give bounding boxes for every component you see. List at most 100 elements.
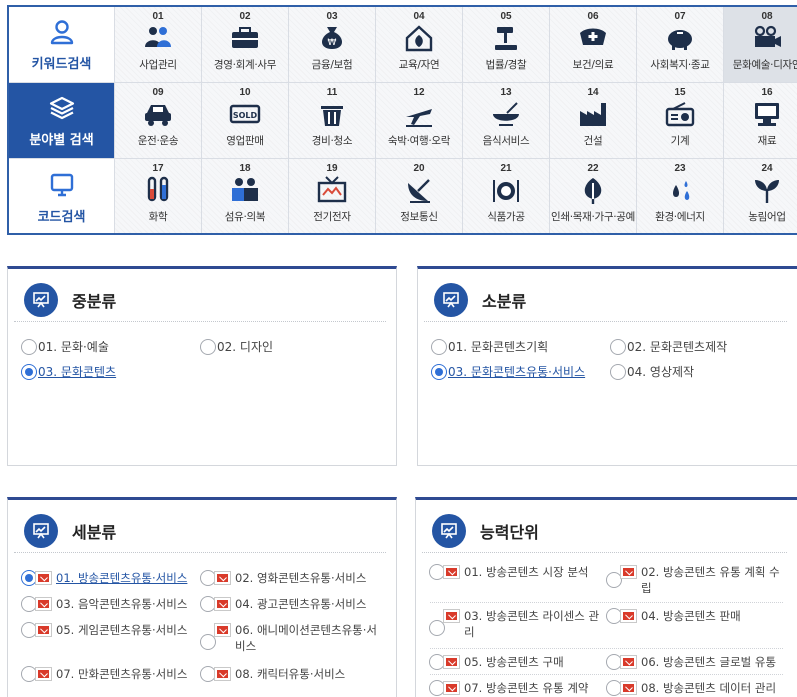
radio-option[interactable]: 04. 광고콘텐츠유통·서비스 xyxy=(200,596,366,612)
tab-field-search[interactable]: 분야별 검색 xyxy=(9,83,114,159)
category-label: 사회복지·종교 xyxy=(650,59,710,71)
category-cell[interactable]: 21 식품가공 xyxy=(462,159,549,233)
radio-button[interactable] xyxy=(431,364,447,380)
radio-option-selected[interactable]: 03. 문화콘텐츠유통·서비스 xyxy=(431,364,585,380)
category-cell[interactable]: 24 농림어업 xyxy=(723,159,797,233)
category-cell[interactable]: 16 재료 xyxy=(723,83,797,159)
category-cell[interactable]: 19 전기전자 xyxy=(288,159,375,233)
radio-option[interactable]: 02. 문화콘텐츠제작 xyxy=(610,339,727,355)
radio-button[interactable] xyxy=(610,364,626,380)
ncs-badge-icon xyxy=(620,681,637,695)
category-cell[interactable]: 04 교육/자연 xyxy=(375,7,462,83)
category-search-panel: 키워드검색 분야별 검색 코드검색 01 사업관리 02 경영·회계·사무 03 ₩ 금융/… xyxy=(7,5,797,235)
radio-option-selected[interactable]: 03. 문화콘텐츠 xyxy=(21,364,116,380)
workers-icon xyxy=(228,175,262,205)
box-title: 소분류 xyxy=(482,292,527,311)
radio-option[interactable]: 02. 디자인 xyxy=(200,339,273,355)
category-number: 13 xyxy=(500,87,512,98)
nurse-cap-icon xyxy=(576,23,610,53)
radio-option[interactable]: 02. 영화콘텐츠유통·서비스 xyxy=(200,570,366,586)
option-label: 05. 게임콘텐츠유통·서비스 xyxy=(56,623,188,637)
category-cell[interactable]: 10 SOLD 영업판매 xyxy=(201,83,288,159)
ncs-badge-icon xyxy=(214,667,231,681)
radio-button[interactable] xyxy=(431,339,447,355)
category-number: 01 xyxy=(152,11,164,22)
category-number: 06 xyxy=(587,11,599,22)
category-cell[interactable]: 01 사업관리 xyxy=(114,7,201,83)
radio-option[interactable]: 05. 게임콘텐츠유통·서비스 xyxy=(21,622,187,638)
tab-label: 분야별 검색 xyxy=(29,133,94,148)
computer-icon xyxy=(750,99,784,129)
tab-code-search[interactable]: 코드검색 xyxy=(9,159,114,233)
radio-option[interactable]: 01. 문화·예술 xyxy=(21,339,109,355)
category-number: 20 xyxy=(413,163,425,174)
tab-keyword-search[interactable]: 키워드검색 xyxy=(9,7,114,83)
ncs-badge-icon xyxy=(35,597,52,611)
option-label: 01. 문화콘텐츠기획 xyxy=(448,340,549,354)
ncs-badge-icon xyxy=(214,571,231,585)
category-cell[interactable]: 20 정보통신 xyxy=(375,159,462,233)
radio-option[interactable]: 06. 애니메이션콘텐츠유통·서비스 xyxy=(200,622,378,654)
category-number: 08 xyxy=(761,11,773,22)
option-label: 04. 광고콘텐츠유통·서비스 xyxy=(235,597,367,611)
category-cell[interactable]: 09 운전·운송 xyxy=(114,83,201,159)
ability-unit-box: 능력단위 01. 방송콘텐츠 시장 분석 02. 방송콘텐츠 유통 계획 수립 … xyxy=(415,497,797,697)
category-label: 법률/경찰 xyxy=(485,59,527,71)
category-cell[interactable]: 18 섬유·의복 xyxy=(201,159,288,233)
ncs-badge-icon xyxy=(620,655,637,669)
ncs-badge-icon xyxy=(443,681,460,695)
category-number: 21 xyxy=(500,163,512,174)
radio-button[interactable] xyxy=(610,339,626,355)
category-number: 11 xyxy=(326,87,338,98)
radio-option[interactable]: 01. 문화콘텐츠기획 xyxy=(431,339,548,355)
category-cell[interactable]: 11 경비·청소 xyxy=(288,83,375,159)
category-cell[interactable]: 06 보건/의료 xyxy=(549,7,636,83)
category-cell[interactable]: 23 환경·에너지 xyxy=(636,159,723,233)
category-cell[interactable]: 03 ₩ 금융/보험 xyxy=(288,7,375,83)
radio-option[interactable]: 02. 방송콘텐츠 유통 계획 수립 xyxy=(606,564,781,596)
category-cell[interactable]: 05 법률/경찰 xyxy=(462,7,549,83)
option-label: 01. 방송콘텐츠 시장 분석 xyxy=(464,565,589,579)
radio-option[interactable]: 06. 방송콘텐츠 글로벌 유통 xyxy=(606,654,791,670)
category-cell[interactable]: 07 사회복지·종교 xyxy=(636,7,723,83)
radio-option[interactable]: 08. 캐릭터유통·서비스 xyxy=(200,666,345,682)
category-cell[interactable]: 22 인쇄·목재·가구·공예 xyxy=(549,159,636,233)
radio-button[interactable] xyxy=(21,364,37,380)
radio-option[interactable]: 05. 방송콘텐츠 구매 xyxy=(429,654,604,670)
radio-option[interactable]: 03. 음악콘텐츠유통·서비스 xyxy=(21,596,187,612)
category-cell[interactable]: 15 기계 xyxy=(636,83,723,159)
row-divider xyxy=(430,602,783,603)
category-label: 정보통신 xyxy=(400,211,438,223)
category-label: 음식서비스 xyxy=(482,135,530,147)
category-cell[interactable]: 14 건설 xyxy=(549,83,636,159)
radio-option[interactable]: 04. 영상제작 xyxy=(610,364,694,380)
category-cell[interactable]: 12 숙박·여행·오락 xyxy=(375,83,462,159)
category-label: 재료 xyxy=(757,135,777,147)
radio-option[interactable]: 03. 방송콘텐츠 라이센스 관리 xyxy=(429,608,604,640)
ncs-badge-icon xyxy=(214,623,231,637)
tv-icon xyxy=(315,175,349,205)
radio-option[interactable]: 04. 방송콘텐츠 판매 xyxy=(606,608,781,624)
ncs-badge-icon xyxy=(443,565,460,579)
category-cell[interactable]: 02 경영·회계·사무 xyxy=(201,7,288,83)
radio-option[interactable]: 07. 방송콘텐츠 유통 계약 xyxy=(429,680,604,696)
category-number: 03 xyxy=(326,11,338,22)
category-label: 영업판매 xyxy=(226,135,264,147)
category-number: 14 xyxy=(587,87,599,98)
category-cell[interactable]: 17 화학 xyxy=(114,159,201,233)
category-cell[interactable]: 13 음식서비스 xyxy=(462,83,549,159)
radio-option-selected[interactable]: 01. 방송콘텐츠유통·서비스 xyxy=(21,570,187,586)
option-label: 05. 방송콘텐츠 구매 xyxy=(464,655,564,669)
option-label: 01. 문화·예술 xyxy=(38,340,109,354)
radio-button[interactable] xyxy=(200,339,216,355)
radio-option[interactable]: 01. 방송콘텐츠 시장 분석 xyxy=(429,564,604,580)
ncs-badge-icon xyxy=(35,571,52,585)
category-cell[interactable]: 08 문화예술·디자인 xyxy=(723,7,797,83)
presentation-chart-icon xyxy=(432,514,466,548)
category-label: 경비·청소 xyxy=(311,135,353,147)
radio-option[interactable]: 08. 방송콘텐츠 데이터 관리 xyxy=(606,680,791,696)
radio-option[interactable]: 07. 만화콘텐츠유통·서비스 xyxy=(21,666,187,682)
people-icon xyxy=(141,23,175,53)
radio-button[interactable] xyxy=(21,339,37,355)
category-label: 인쇄·목재·가구·공예 xyxy=(551,211,635,223)
